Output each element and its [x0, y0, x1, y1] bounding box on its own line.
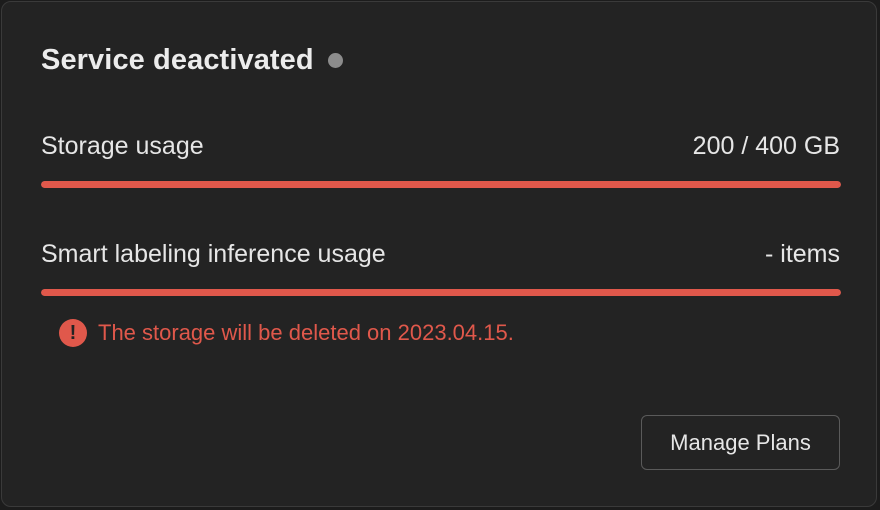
page-title: Service deactivated — [41, 44, 314, 76]
title-row: Service deactivated — [41, 44, 343, 77]
smart-labeling-usage-bar — [41, 289, 841, 296]
exclamation-circle-icon: ! — [59, 319, 87, 347]
deletion-warning: ! The storage will be deleted on 2023.04… — [59, 319, 514, 347]
smart-labeling-usage-row: Smart labeling inference usage - items — [41, 240, 840, 269]
service-card: Service deactivated Storage usage 200 / … — [1, 1, 877, 507]
manage-plans-button[interactable]: Manage Plans — [641, 415, 840, 470]
smart-labeling-usage-label: Smart labeling inference usage — [41, 240, 386, 268]
deletion-warning-text: The storage will be deleted on 2023.04.1… — [98, 320, 514, 345]
storage-usage-bar-fill — [41, 181, 841, 188]
smart-labeling-usage-bar-fill — [41, 289, 841, 296]
status-dot-icon — [327, 53, 343, 68]
storage-usage-bar — [41, 181, 841, 188]
storage-usage-row: Storage usage 200 / 400 GB — [41, 132, 840, 161]
storage-usage-label: Storage usage — [41, 132, 204, 160]
storage-usage-value: 200 / 400 GB — [692, 132, 840, 160]
smart-labeling-usage-value: - items — [765, 240, 840, 268]
